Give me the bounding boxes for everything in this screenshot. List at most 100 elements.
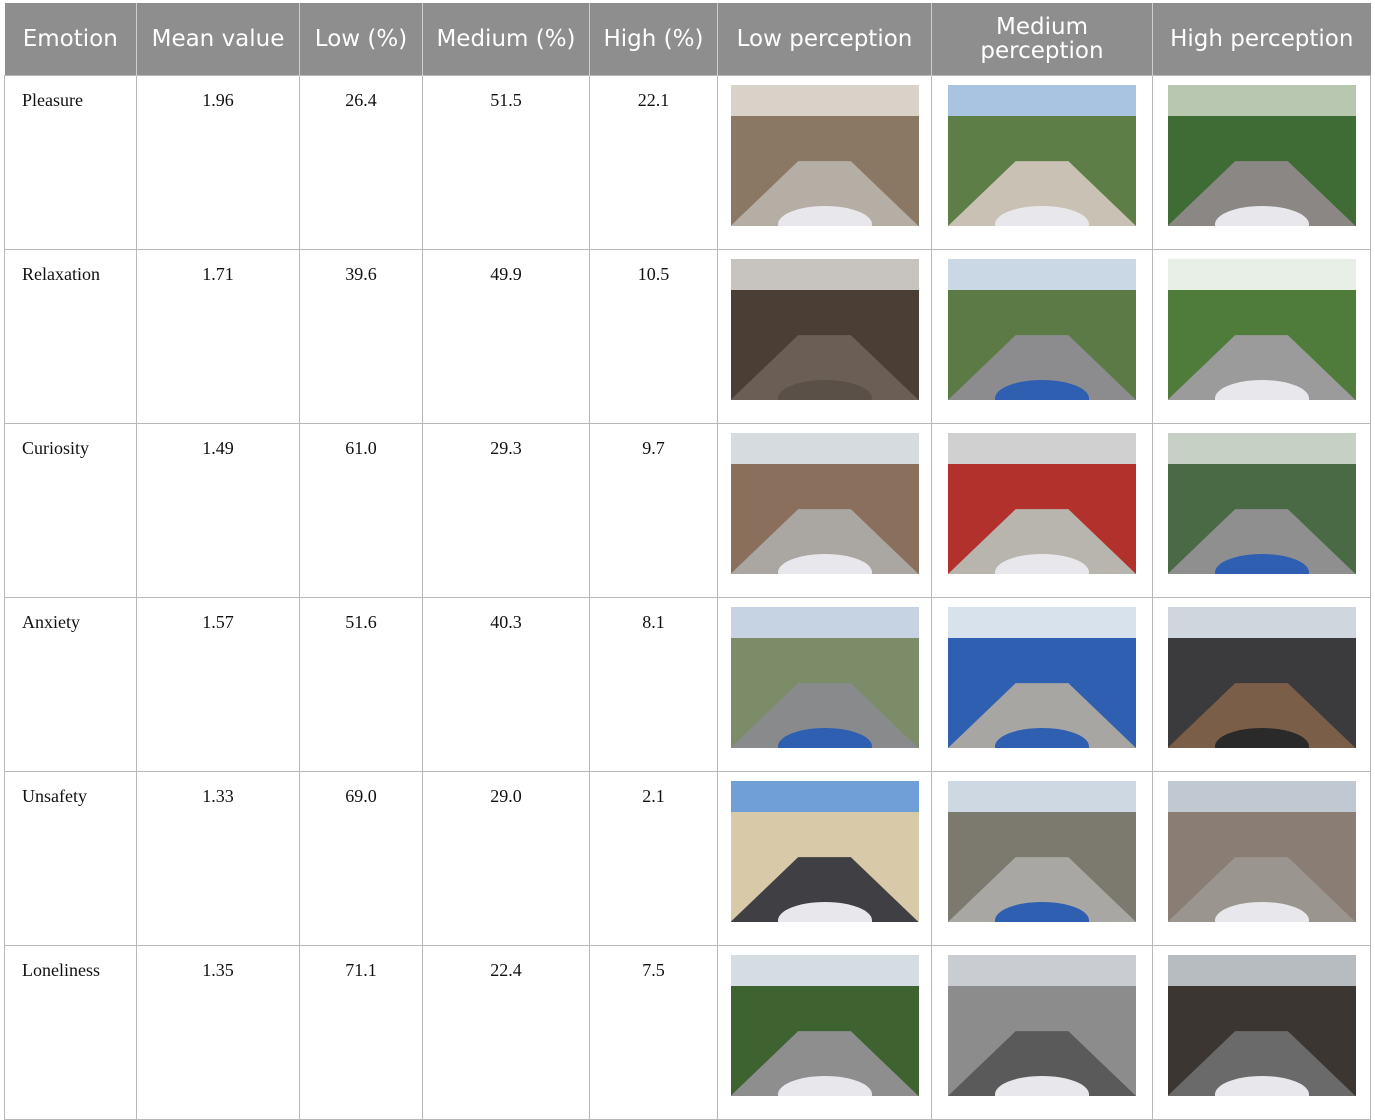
- street-view-image: [1167, 85, 1356, 226]
- street-view-image: [1167, 781, 1356, 922]
- street-view-image: [730, 433, 919, 574]
- medium-perception-cell: [931, 597, 1153, 772]
- low-percent-cell: 26.4: [299, 75, 423, 250]
- medium-percent-cell: 40.3: [422, 597, 590, 772]
- photo-side: [948, 812, 1136, 863]
- header-high-perception: High perception: [1152, 3, 1371, 76]
- header-medium-percent: Medium (%): [422, 3, 590, 76]
- high-perception-cell: [1152, 249, 1371, 424]
- street-view-image: [1167, 955, 1356, 1096]
- high-percent-cell: 7.5: [589, 945, 718, 1120]
- high-percent-cell: 8.1: [589, 597, 718, 772]
- emotion-cell: Unsafety: [4, 771, 137, 946]
- medium-percent-cell: 49.9: [422, 249, 590, 424]
- low-percent-cell: 51.6: [299, 597, 423, 772]
- medium-perception-cell: [931, 249, 1153, 424]
- high-perception-cell: [1152, 945, 1371, 1120]
- low-perception-cell: [717, 249, 932, 424]
- low-percent-cell: 69.0: [299, 771, 423, 946]
- medium-perception-cell: [931, 75, 1153, 250]
- photo-side: [730, 812, 919, 863]
- medium-percent-cell: 29.3: [422, 423, 590, 598]
- high-percent-cell: 10.5: [589, 249, 718, 424]
- photo-side: [1167, 986, 1356, 1037]
- low-perception-cell: [717, 75, 932, 250]
- street-view-image: [1167, 433, 1356, 574]
- street-view-image: [730, 781, 919, 922]
- photo-side: [948, 638, 1136, 689]
- photo-side: [948, 464, 1136, 515]
- photo-side: [730, 116, 919, 167]
- high-perception-cell: [1152, 771, 1371, 946]
- header-row: Emotion Mean value Low (%) Medium (%) Hi…: [4, 3, 1371, 76]
- table-row: Relaxation 1.71 39.6 49.9 10.5: [4, 249, 1371, 424]
- header-mean-value: Mean value: [136, 3, 300, 76]
- photo-side: [1167, 464, 1356, 515]
- emotion-cell: Anxiety: [4, 597, 137, 772]
- table-row: Anxiety 1.57 51.6 40.3 8.1: [4, 597, 1371, 772]
- table-row: Unsafety 1.33 69.0 29.0 2.1: [4, 771, 1371, 946]
- low-perception-cell: [717, 423, 932, 598]
- street-view-image: [948, 85, 1136, 226]
- mean-value-cell: 1.49: [136, 423, 300, 598]
- street-view-image: [948, 259, 1136, 400]
- mean-value-cell: 1.35: [136, 945, 300, 1120]
- medium-perception-cell: [931, 945, 1153, 1120]
- low-percent-cell: 61.0: [299, 423, 423, 598]
- high-percent-cell: 2.1: [589, 771, 718, 946]
- photo-side: [948, 986, 1136, 1037]
- header-low-perception: Low perception: [717, 3, 932, 76]
- street-view-image: [948, 781, 1136, 922]
- street-view-image: [730, 85, 919, 226]
- street-view-image: [948, 433, 1136, 574]
- table-row: Curiosity 1.49 61.0 29.3 9.7: [4, 423, 1371, 598]
- photo-side: [948, 290, 1136, 341]
- street-view-image: [948, 607, 1136, 748]
- high-percent-cell: 9.7: [589, 423, 718, 598]
- header-medium-perception: Medium perception: [931, 3, 1153, 76]
- table-row: Loneliness 1.35 71.1 22.4 7.5: [4, 945, 1371, 1120]
- street-view-image: [1167, 259, 1356, 400]
- header-low-percent: Low (%): [299, 3, 423, 76]
- mean-value-cell: 1.33: [136, 771, 300, 946]
- mean-value-cell: 1.71: [136, 249, 300, 424]
- low-perception-cell: [717, 945, 932, 1120]
- high-percent-cell: 22.1: [589, 75, 718, 250]
- low-perception-cell: [717, 597, 932, 772]
- high-perception-cell: [1152, 75, 1371, 250]
- emotion-cell: Loneliness: [4, 945, 137, 1120]
- street-view-image: [948, 955, 1136, 1096]
- mean-value-cell: 1.96: [136, 75, 300, 250]
- street-view-image: [730, 955, 919, 1096]
- photo-side: [730, 290, 919, 341]
- low-percent-cell: 71.1: [299, 945, 423, 1120]
- emotion-cell: Pleasure: [4, 75, 137, 250]
- photo-side: [1167, 638, 1356, 689]
- high-perception-cell: [1152, 597, 1371, 772]
- emotion-perception-table: Emotion Mean value Low (%) Medium (%) Hi…: [4, 3, 1371, 1120]
- photo-side: [730, 638, 919, 689]
- photo-side: [948, 116, 1136, 167]
- medium-percent-cell: 29.0: [422, 771, 590, 946]
- photo-side: [730, 986, 919, 1037]
- medium-perception-cell: [931, 423, 1153, 598]
- header-high-percent: High (%): [589, 3, 718, 76]
- emotion-cell: Relaxation: [4, 249, 137, 424]
- medium-percent-cell: 51.5: [422, 75, 590, 250]
- header-emotion: Emotion: [4, 3, 137, 76]
- street-view-image: [730, 607, 919, 748]
- photo-side: [730, 464, 919, 515]
- photo-side: [1167, 812, 1356, 863]
- medium-percent-cell: 22.4: [422, 945, 590, 1120]
- low-perception-cell: [717, 771, 932, 946]
- medium-perception-cell: [931, 771, 1153, 946]
- street-view-image: [1167, 607, 1356, 748]
- mean-value-cell: 1.57: [136, 597, 300, 772]
- high-perception-cell: [1152, 423, 1371, 598]
- photo-side: [1167, 290, 1356, 341]
- table-row: Pleasure 1.96 26.4 51.5 22.1: [4, 75, 1371, 250]
- low-percent-cell: 39.6: [299, 249, 423, 424]
- street-view-image: [730, 259, 919, 400]
- photo-side: [1167, 116, 1356, 167]
- emotion-cell: Curiosity: [4, 423, 137, 598]
